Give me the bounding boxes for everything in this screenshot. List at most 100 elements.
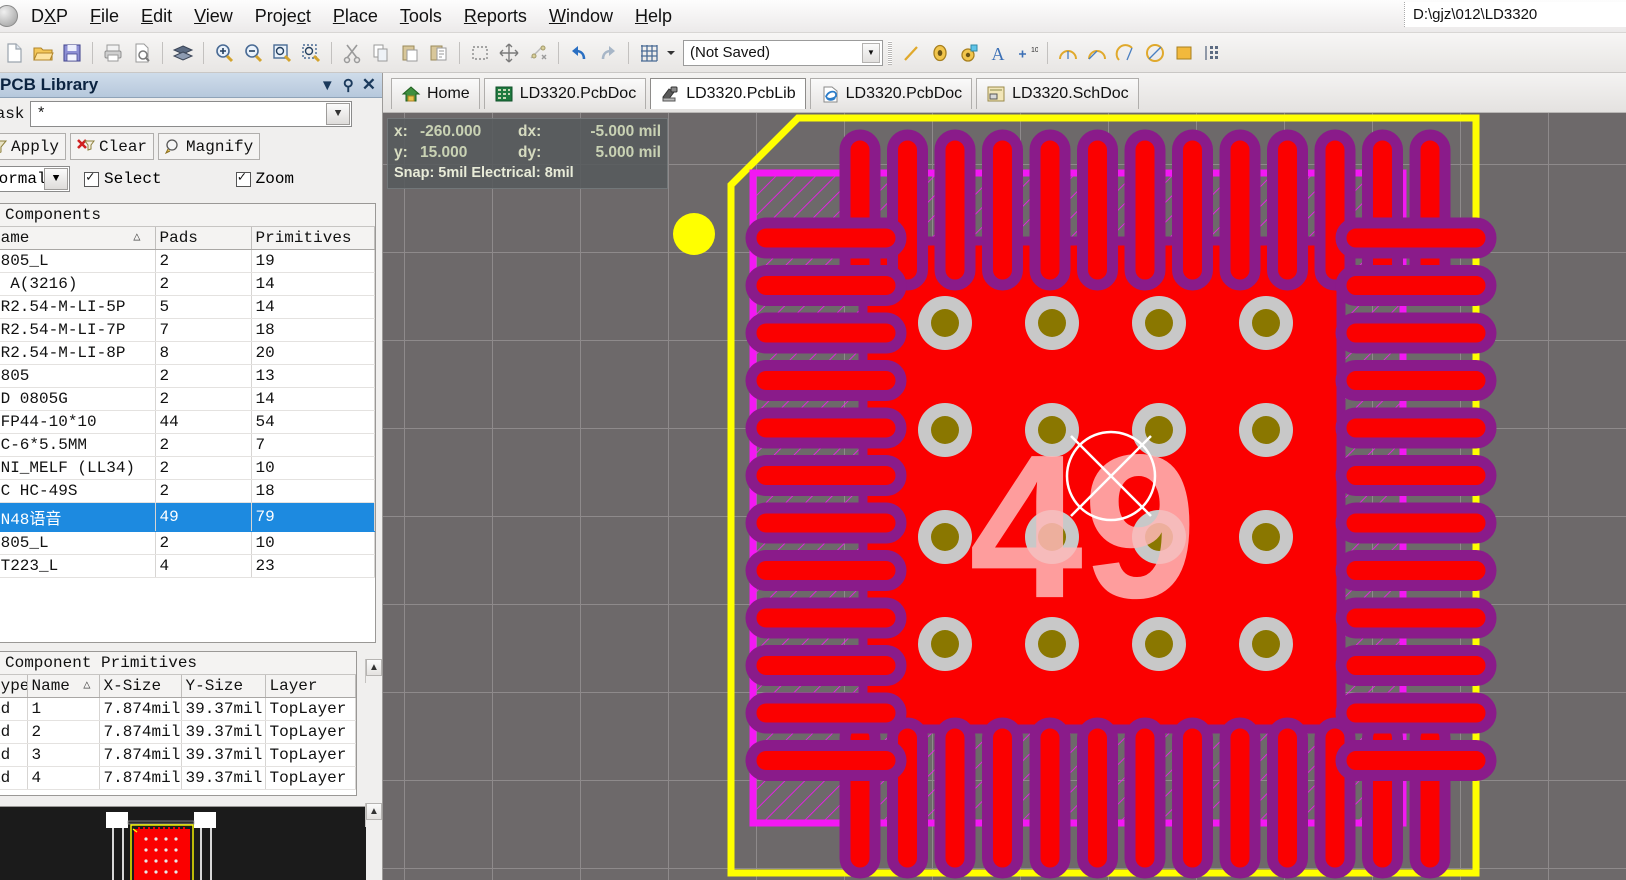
menu-item-place[interactable]: Place — [322, 2, 389, 31]
scroll-up-icon[interactable]: ▲ — [366, 659, 382, 676]
paste-icon[interactable] — [396, 39, 424, 67]
grid-icon[interactable] — [635, 39, 663, 67]
string-icon[interactable]: A — [984, 39, 1012, 67]
zoom-area-icon[interactable] — [268, 39, 296, 67]
menu-item-edit[interactable]: Edit — [130, 2, 183, 31]
array-paste-icon[interactable] — [1199, 39, 1227, 67]
pcb-editor-canvas[interactable]: x: -260.000 dx: -5.000 mil y: 15.000 dy:… — [383, 113, 1626, 880]
table-row[interactable]: ED 0805G214 — [0, 387, 375, 411]
chevron-down-icon[interactable]: ▼ — [862, 42, 880, 63]
new-document-icon[interactable] — [0, 39, 28, 67]
tab-pcbdoc-2[interactable]: LD3320.PcbDoc — [809, 78, 973, 109]
table-row[interactable]: ad17.874mil39.37milTopLayer — [0, 697, 356, 721]
snap-grid-combo[interactable]: (Not Saved) ▼ — [683, 39, 883, 66]
pin-icon[interactable]: ⚲ — [343, 76, 354, 94]
table-row[interactable]: ad27.874mil39.37milTopLayer — [0, 720, 356, 744]
table-row[interactable]: D A(3216)214 — [0, 272, 375, 296]
copy-icon[interactable] — [367, 39, 395, 67]
table-row[interactable]: QFP44-10*10 44 54 — [0, 410, 375, 434]
board-layers-icon[interactable] — [169, 39, 197, 67]
table-row[interactable]: ad47.874mil39.37milTopLayer — [0, 766, 356, 790]
column-header-name[interactable]: Name △ — [0, 227, 156, 250]
column-header-xsize[interactable]: X-Size — [99, 675, 182, 698]
table-row[interactable]: INI_MELF (LL34) 2 10 — [0, 456, 375, 480]
column-header-layer[interactable]: Layer — [265, 675, 356, 698]
menu-item-reports[interactable]: Reports — [453, 2, 538, 31]
dxp-orb-icon[interactable] — [0, 5, 18, 27]
column-header-pads[interactable]: Pads — [155, 227, 252, 250]
redo-icon[interactable] — [594, 39, 622, 67]
zoom-out-icon[interactable] — [239, 39, 267, 67]
toolbar-grip[interactable] — [888, 40, 892, 65]
table-row[interactable]: 0805213 — [0, 364, 375, 388]
panel-scroll-up-button[interactable]: ▲ — [365, 659, 382, 683]
undo-icon[interactable] — [565, 39, 593, 67]
tab-pcbdoc-1[interactable]: LD3320.PcbDoc — [483, 78, 647, 109]
arc-edge-icon[interactable] — [1083, 39, 1111, 67]
column-header-type[interactable]: Type — [0, 675, 28, 698]
clear-filter-button[interactable]: Clear — [70, 133, 155, 160]
component-name: 0805_L — [0, 249, 156, 273]
tab-schdoc-label: LD3320.SchDoc — [1012, 85, 1129, 102]
table-row[interactable]: SC HC-49S218 — [0, 479, 375, 503]
arc-any-angle-icon[interactable] — [1112, 39, 1140, 67]
select-area-icon[interactable] — [466, 39, 494, 67]
select-checkbox[interactable]: Select — [84, 169, 162, 188]
pad-icon[interactable] — [926, 39, 954, 67]
print-icon[interactable] — [99, 39, 127, 67]
table-row[interactable]: IC-6*5.5MM 2 7 — [0, 433, 375, 457]
pcb-footprint-graphic[interactable]: 49 — [383, 113, 1626, 880]
menu-item-window[interactable]: Window — [538, 2, 624, 31]
table-row[interactable]: ad37.874mil39.37milTopLayer — [0, 743, 356, 767]
full-circle-icon[interactable] — [1141, 39, 1169, 67]
menu-item-view[interactable]: View — [183, 2, 244, 31]
zoom-in-icon[interactable] — [210, 39, 238, 67]
tab-home[interactable]: Home — [391, 78, 480, 109]
menu-item-tools[interactable]: Tools — [389, 2, 453, 31]
apply-filter-button[interactable]: Apply — [0, 133, 67, 160]
zoom-selected-icon[interactable] — [297, 39, 325, 67]
print-preview-icon[interactable] — [128, 39, 156, 67]
table-row[interactable]: OT223_L423 — [0, 554, 375, 578]
table-row[interactable]: OR2.54-M-LI-8P 8 20 — [0, 341, 375, 365]
chevron-down-icon[interactable]: ▼ — [44, 168, 68, 190]
column-header-primitives[interactable]: Primitives — [251, 227, 375, 250]
close-icon[interactable]: ✕ — [362, 75, 376, 95]
paste-special-icon[interactable] — [425, 39, 453, 67]
fill-icon[interactable] — [1170, 39, 1198, 67]
zoom-checkbox[interactable]: Zoom — [235, 169, 294, 188]
tab-pcblib[interactable]: LD3320.PcbLib — [650, 78, 806, 109]
table-row[interactable]: OR2.54-M-LI-7P 7 18 — [0, 318, 375, 342]
save-icon[interactable] — [58, 39, 86, 67]
menu-item-file[interactable]: File — [79, 2, 130, 31]
chevron-down-icon[interactable]: ▼ — [320, 77, 335, 94]
move-icon[interactable] — [495, 39, 523, 67]
grid-dropdown-arrow-icon[interactable] — [664, 39, 678, 67]
panel-scroll-up-button-2[interactable]: ▲ — [365, 803, 382, 827]
cut-icon[interactable] — [338, 39, 366, 67]
pad-top — [982, 129, 1023, 291]
arc-center-icon[interactable] — [1054, 39, 1082, 67]
coordinate-icon[interactable]: 10,10 — [1013, 39, 1041, 67]
via-icon[interactable] — [955, 39, 983, 67]
mask-input[interactable]: * ▼ — [30, 101, 352, 127]
clear-selection-icon[interactable] — [524, 39, 552, 67]
tab-schdoc[interactable]: LD3320.SchDoc — [976, 78, 1139, 109]
table-row[interactable]: 0805_L219 — [0, 249, 375, 273]
column-header-name[interactable]: Name △ — [27, 675, 100, 698]
pad-right — [1335, 265, 1497, 306]
open-folder-icon[interactable] — [29, 39, 57, 67]
magnify-button[interactable]: Magnify — [158, 133, 261, 160]
menu-item-help[interactable]: Help — [624, 2, 683, 31]
table-row[interactable]: OR2.54-M-LI-5P 5 14 — [0, 295, 375, 319]
table-row[interactable]: FN48语音4979 — [0, 502, 375, 532]
mask-mode-select[interactable]: Normal ▼ — [0, 166, 70, 192]
menu-item-dxp[interactable]: DXP — [20, 2, 79, 31]
chevron-down-icon[interactable]: ▼ — [326, 103, 350, 125]
column-header-ysize[interactable]: Y-Size — [181, 675, 266, 698]
menu-item-project[interactable]: Project — [244, 2, 322, 31]
line-icon[interactable] — [897, 39, 925, 67]
component-primitives: 54 — [251, 410, 375, 434]
scroll-up-icon[interactable]: ▲ — [366, 803, 382, 820]
table-row[interactable]: 0805_L210 — [0, 531, 375, 555]
